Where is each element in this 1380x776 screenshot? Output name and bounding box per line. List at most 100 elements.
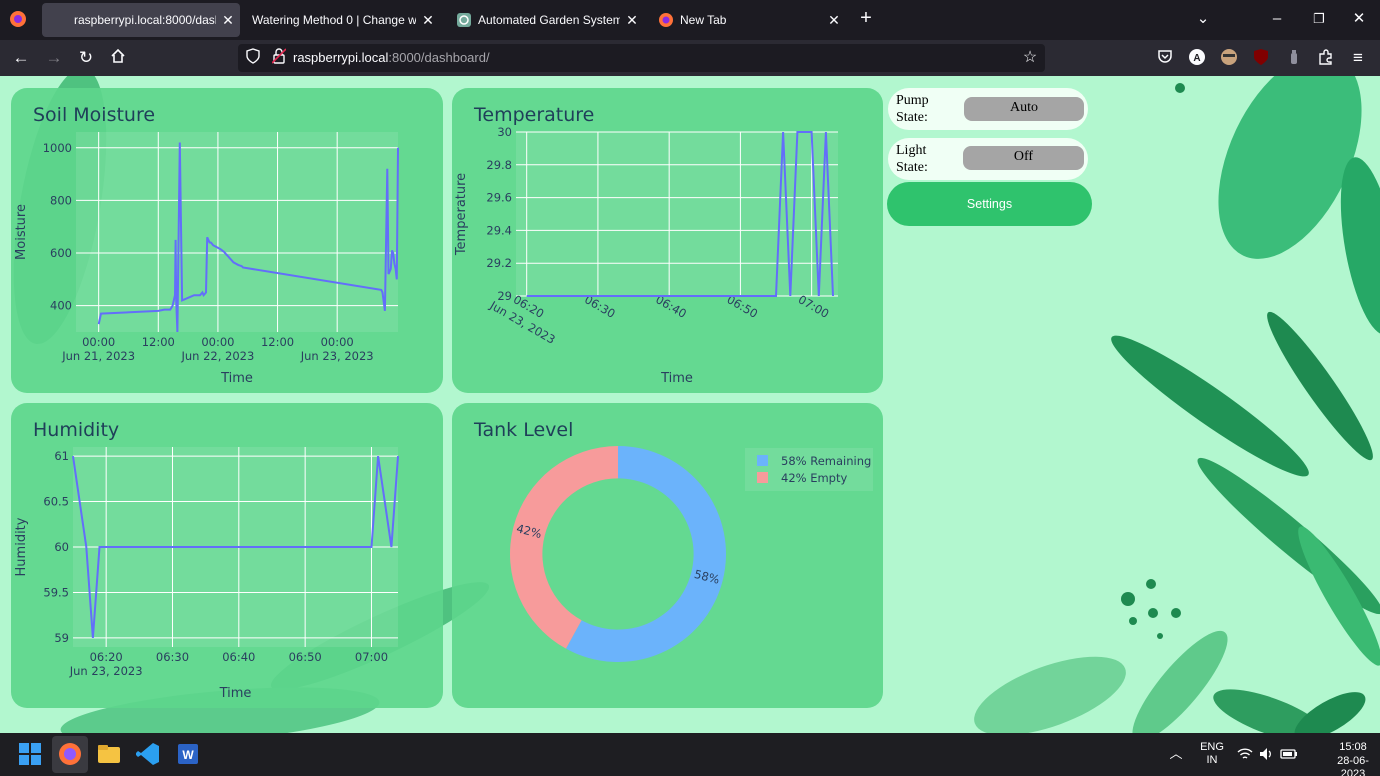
minimize-icon[interactable]: – — [1267, 9, 1287, 29]
pump-state-label: Pump State: — [896, 93, 929, 125]
y-tick-label: 59.5 — [43, 585, 69, 599]
clock-date[interactable]: 28-06-2023 — [1325, 755, 1380, 776]
list-tabs-chevron-icon[interactable]: ⌄ — [1193, 9, 1213, 29]
new-tab-plus-icon[interactable]: + — [856, 8, 876, 28]
tab-automated-garden[interactable]: Automated Garden System Intro ✕ — [446, 3, 644, 37]
extension-bottle-icon[interactable] — [1284, 48, 1304, 72]
tab-new-tab[interactable]: New Tab ✕ — [648, 3, 846, 37]
url-path: :8000/dashboard/ — [388, 50, 490, 65]
pump-state-box: Pump State: Auto — [888, 88, 1088, 130]
dashboard-page: Soil Moisture 400 600 800 1000 00:00 Jun 21, … — [0, 76, 1380, 733]
y-axis-title: Temperature — [454, 173, 469, 256]
x-tick-label: 00:00 — [82, 335, 115, 349]
tab-dashboard[interactable]: raspberrypi.local:8000/dashboard/ ✕ — [42, 3, 240, 37]
reload-icon[interactable]: ↻ — [76, 48, 96, 68]
tab-title: Watering Method 0 | Change water — [252, 13, 416, 27]
tab-bar: raspberrypi.local:8000/dashboard/ ✕ Wate… — [0, 0, 1380, 40]
url-text[interactable]: raspberrypi.local:8000/dashboard/ — [293, 50, 490, 65]
tab-title: Automated Garden System Intro — [478, 13, 620, 27]
y-tick-label: 1000 — [43, 141, 72, 155]
x-tick-date-label: Jun 21, 2023 — [61, 349, 135, 363]
x-tick-label: 00:00 — [321, 335, 354, 349]
tab-title: New Tab — [680, 13, 727, 27]
donut-slice — [510, 446, 618, 649]
x-tick-label: 06:40 — [222, 650, 255, 664]
x-axis-title: Time — [220, 371, 253, 386]
extensions-puzzle-icon[interactable] — [1316, 48, 1336, 72]
x-tick-label: 12:00 — [261, 335, 294, 349]
soil-moisture-card: Soil Moisture 400 600 800 1000 00:00 Jun 21, … — [11, 88, 443, 393]
insecure-lock-icon[interactable] — [270, 48, 288, 70]
shield-icon[interactable] — [244, 48, 262, 70]
y-tick-label: 61 — [54, 449, 69, 463]
y-tick-label: 800 — [50, 193, 72, 207]
bookmark-star-icon[interactable]: ☆ — [1021, 48, 1039, 68]
close-tab-icon[interactable]: ✕ — [216, 12, 240, 29]
battery-icon[interactable] — [1280, 746, 1298, 762]
volume-icon[interactable] — [1258, 746, 1274, 762]
soil-moisture-chart[interactable]: 400600800100000:00Jun 21, 202312:00 00:00… — [11, 88, 443, 393]
language-indicator[interactable]: ENG IN — [1196, 741, 1228, 767]
x-tick-label: 00:00 — [201, 335, 234, 349]
windows-start-icon[interactable] — [17, 741, 43, 767]
tray-overflow-chevron-icon[interactable]: ︿ — [1168, 747, 1184, 760]
tab-title: raspberrypi.local:8000/dashboard/ — [74, 13, 216, 27]
x-tick-label: 12:00 — [142, 335, 175, 349]
address-bar[interactable]: raspberrypi.local:8000/dashboard/ ☆ — [238, 44, 1045, 72]
light-state-button[interactable]: Off — [963, 146, 1084, 170]
forward-arrow-icon[interactable]: → — [44, 48, 64, 68]
x-tick-label: 06:30 — [156, 650, 189, 664]
ublock-origin-icon[interactable] — [1251, 48, 1271, 72]
tank-level-chart[interactable]: 58%42%58% Remaining42% Empty — [452, 403, 883, 708]
firefox-menu-icon[interactable] — [8, 10, 28, 34]
svg-text:W: W — [182, 748, 194, 762]
home-icon[interactable] — [108, 48, 128, 70]
plot-area — [76, 132, 398, 332]
taskbar-word-icon[interactable]: W — [175, 741, 201, 767]
close-tab-icon[interactable]: ✕ — [416, 12, 440, 29]
y-tick-label: 29.6 — [486, 191, 512, 205]
legend-label: 42% Empty — [781, 471, 847, 485]
x-tick-date-label: Jun 23, 2023 — [69, 664, 143, 678]
taskbar-file-explorer-icon[interactable] — [96, 741, 122, 767]
y-tick-label: 400 — [50, 299, 72, 313]
restore-icon[interactable]: ❐ — [1309, 9, 1329, 29]
clock-time[interactable]: 15:08 — [1325, 741, 1380, 754]
wifi-icon[interactable] — [1237, 746, 1253, 762]
pocket-icon[interactable] — [1155, 48, 1175, 70]
x-axis-title: Time — [660, 371, 693, 386]
close-tab-icon[interactable]: ✕ — [822, 12, 846, 29]
taskbar-firefox-icon[interactable] — [57, 741, 83, 767]
windows-taskbar: W ︿ ENG IN 15:08 28-06-2023 — [0, 733, 1380, 776]
temperature-card: Temperature 29 29.2 29.4 29.6 29.8 30 06:20 Jun… — [452, 88, 883, 393]
y-tick-label: 59 — [54, 631, 69, 645]
y-tick-label: 29.4 — [486, 223, 512, 237]
y-tick-label: 29.8 — [486, 158, 512, 172]
x-tick-label: 06:20 — [90, 650, 123, 664]
pump-state-button[interactable]: Auto — [964, 97, 1084, 121]
account-avatar-icon[interactable]: A — [1187, 48, 1207, 72]
legend-label: 58% Remaining — [781, 454, 871, 468]
firefox-favicon-icon — [659, 13, 673, 27]
y-axis-title: Humidity — [14, 517, 29, 576]
back-arrow-icon[interactable]: ← — [11, 48, 31, 68]
taskbar-vscode-icon[interactable] — [135, 741, 161, 767]
temperature-chart[interactable]: 2929.229.429.629.83006:20Jun 23, 2023 06:… — [452, 88, 883, 393]
settings-button[interactable]: Settings — [887, 182, 1092, 226]
y-tick-label: 30 — [497, 125, 512, 139]
legend-swatch — [757, 472, 768, 483]
y-tick-label: 60.5 — [43, 495, 69, 509]
hamburger-menu-icon[interactable]: ≡ — [1348, 48, 1368, 68]
extension-face-icon[interactable] — [1219, 48, 1239, 72]
y-tick-label: 29.2 — [486, 256, 512, 270]
navigation-toolbar: ← → ↻ raspberrypi.local:8000/dashboard/ … — [0, 40, 1380, 76]
x-tick-date-label: Jun 23, 2023 — [300, 349, 374, 363]
humidity-chart[interactable]: 59 59.5 60 60.5 61 06:20Jun 23, 2023 06:30 06:4… — [11, 403, 443, 708]
close-window-icon[interactable]: ✕ — [1349, 9, 1369, 29]
svg-text:A: A — [1193, 53, 1200, 64]
x-tick-label: 07:00 — [355, 650, 388, 664]
close-tab-icon[interactable]: ✕ — [620, 12, 644, 29]
light-state-label: Light State: — [896, 143, 928, 175]
tab-watering-method[interactable]: Watering Method 0 | Change water ✕ — [242, 3, 440, 37]
tank-level-card: Tank Level 58% 42% 58% Remaining 42% Empty — [452, 403, 883, 708]
